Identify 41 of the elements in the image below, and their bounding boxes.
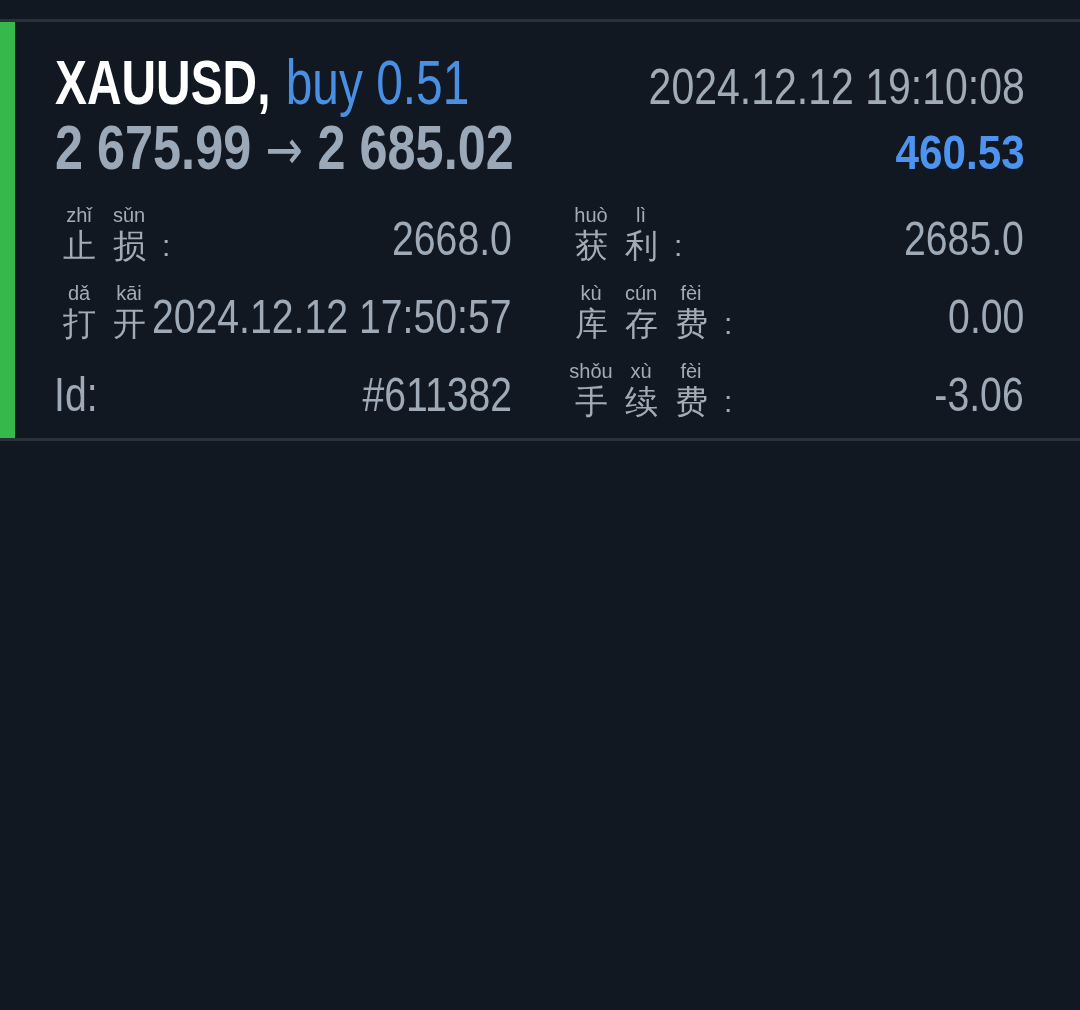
label-character: 费 [674, 382, 708, 422]
label-character: 获 [574, 226, 608, 266]
pinyin-text: zhǐ [66, 204, 92, 226]
label-character: 止 [62, 226, 96, 266]
label-character: 费 [674, 304, 708, 344]
open-price: 2 675.99 [55, 115, 252, 179]
label-character: 手 [574, 382, 608, 422]
pinyin-text: cún [624, 282, 658, 304]
pinyin-text: huò [574, 204, 608, 226]
pinyin-text: shǒu [569, 360, 613, 382]
field-value: 2024.12.12 17:50:57 [152, 288, 512, 344]
close-time: 2024.12.12 19:10:08 [648, 58, 1025, 117]
label-character: 损 [112, 226, 146, 266]
label-character: 开 [112, 304, 146, 344]
field-value: -3.06 [934, 366, 1024, 422]
field-value: #611382 [362, 366, 512, 422]
pinyin-text: fèi [680, 360, 702, 382]
label-character: 库 [574, 304, 608, 344]
profit-value: 460.53 [895, 125, 1025, 181]
label-character: 存 [624, 304, 658, 344]
label-colon: : [162, 228, 171, 264]
label-colon: : [724, 306, 733, 342]
field-value: 0.00 [947, 288, 1024, 344]
pinyin-text: dǎ [67, 282, 91, 304]
order-volume: buy 0.51 [285, 48, 470, 116]
pinyin-text: kāi [116, 282, 142, 304]
pinyin-text: lì [636, 204, 646, 226]
label-colon: : [674, 228, 683, 264]
field-value: 2685.0 [904, 210, 1024, 266]
label-colon: : [724, 384, 733, 420]
label-character: 打 [62, 304, 96, 344]
field-label: Id: [54, 366, 98, 422]
pinyin-text: sǔn [112, 204, 146, 226]
label-character: 续 [624, 382, 658, 422]
label-character: 利 [624, 226, 658, 266]
pinyin-text: xù [630, 360, 652, 382]
symbol-label: XAUUSD, [55, 48, 271, 116]
price-arrow: → [265, 118, 304, 182]
field-value: 2668.0 [392, 210, 512, 266]
pinyin-text: fèi [680, 282, 702, 304]
pinyin-text: kù [580, 282, 602, 304]
